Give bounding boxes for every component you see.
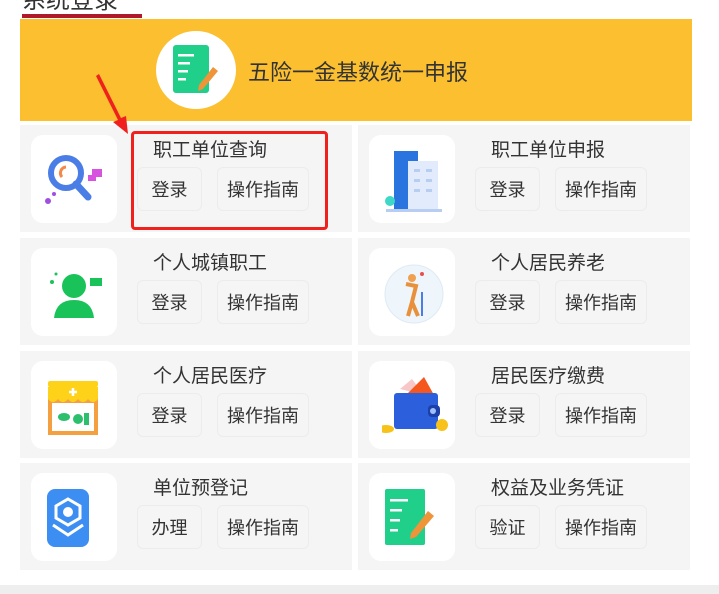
service-title: 个人城镇职工 <box>153 253 268 274</box>
building-icon <box>369 135 455 223</box>
handle-button[interactable]: 办理 <box>137 505 202 549</box>
service-card: 个人居民医疗 登录 操作指南 <box>20 351 352 458</box>
elderly-icon <box>369 248 455 336</box>
login-button[interactable]: 登录 <box>475 280 540 324</box>
gear-box-icon <box>31 473 117 561</box>
service-card: 职工单位申报 登录 操作指南 <box>358 125 690 232</box>
section-title-underline <box>22 14 142 18</box>
worker-icon <box>31 248 117 336</box>
notepad-pencil-icon <box>369 473 455 561</box>
service-title: 职工单位申报 <box>491 140 606 161</box>
service-card: 权益及业务凭证 验证 操作指南 <box>358 463 690 570</box>
guide-button[interactable]: 操作指南 <box>555 280 647 324</box>
wallet-icon <box>369 361 455 449</box>
guide-button[interactable]: 操作指南 <box>555 505 647 549</box>
login-button[interactable]: 登录 <box>475 393 540 437</box>
service-title: 居民医疗缴费 <box>491 366 606 387</box>
login-button[interactable]: 登录 <box>475 167 540 211</box>
login-button[interactable]: 登录 <box>137 393 202 437</box>
notepad-pencil-icon <box>156 31 236 109</box>
pharmacy-icon <box>31 361 117 449</box>
service-title: 个人居民医疗 <box>153 366 268 387</box>
service-title: 单位预登记 <box>153 478 249 499</box>
bottom-bar <box>0 585 719 594</box>
guide-button[interactable]: 操作指南 <box>555 393 647 437</box>
magnifier-icon <box>31 135 117 223</box>
guide-button[interactable]: 操作指南 <box>555 167 647 211</box>
banner-label: 五险一金基数统一申报 <box>248 60 469 85</box>
guide-button[interactable]: 操作指南 <box>217 393 309 437</box>
red-arrow-annotation <box>96 74 128 134</box>
service-card: 居民医疗缴费 登录 操作指南 <box>358 351 690 458</box>
section-title: 系统登录 <box>22 0 118 14</box>
service-card: 个人居民养老 登录 操作指南 <box>358 238 690 345</box>
service-title: 个人居民养老 <box>491 253 606 274</box>
service-title: 权益及业务凭证 <box>491 478 625 499</box>
verify-button[interactable]: 验证 <box>475 505 540 549</box>
guide-button[interactable]: 操作指南 <box>217 505 309 549</box>
login-button[interactable]: 登录 <box>137 280 202 324</box>
service-card: 单位预登记 办理 操作指南 <box>20 463 352 570</box>
guide-button[interactable]: 操作指南 <box>217 280 309 324</box>
service-card: 个人城镇职工 登录 操作指南 <box>20 238 352 345</box>
highlight-box <box>131 131 328 230</box>
